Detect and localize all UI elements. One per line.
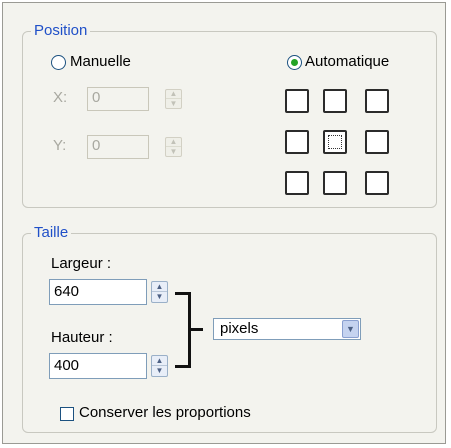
y-input[interactable]: 0	[87, 135, 149, 159]
width-input[interactable]: 640	[49, 279, 147, 305]
x-input[interactable]: 0	[87, 87, 149, 111]
position-legend: Position	[31, 21, 91, 41]
keep-ratio-label[interactable]: Conserver les proportions	[79, 404, 251, 422]
x-label: X:	[53, 89, 68, 106]
y-spinner[interactable]: ▲ ▼	[165, 137, 182, 157]
arrow-up-icon[interactable]: ▲	[152, 356, 167, 366]
chevron-down-icon[interactable]: ▼	[342, 320, 359, 338]
manual-radio[interactable]	[51, 55, 66, 70]
x-spinner[interactable]: ▲ ▼	[165, 89, 182, 109]
automatic-label[interactable]: Automatique	[305, 53, 389, 71]
link-bracket-stem	[189, 328, 203, 331]
anchor-middle-right[interactable]	[365, 130, 389, 154]
anchor-center[interactable]	[323, 130, 347, 154]
anchor-top-left[interactable]	[285, 89, 309, 113]
arrow-up-icon[interactable]: ▲	[166, 90, 181, 99]
arrow-down-icon[interactable]: ▼	[166, 99, 181, 108]
anchor-middle-left[interactable]	[285, 130, 309, 154]
anchor-bottom-center[interactable]	[323, 171, 347, 195]
arrow-up-icon[interactable]: ▲	[152, 282, 167, 292]
options-panel: Position Manuelle Automatique X: 0 ▲ ▼ Y…	[2, 2, 446, 444]
width-label: Largeur :	[51, 255, 112, 272]
arrow-up-icon[interactable]: ▲	[166, 138, 181, 147]
manual-label[interactable]: Manuelle	[70, 53, 131, 71]
automatic-radio[interactable]	[287, 55, 302, 70]
height-label: Hauteur :	[51, 329, 113, 346]
anchor-bottom-right[interactable]	[365, 171, 389, 195]
arrow-down-icon[interactable]: ▼	[152, 292, 167, 302]
unit-select-value: pixels	[220, 320, 259, 337]
anchor-bottom-left[interactable]	[285, 171, 309, 195]
width-spinner[interactable]: ▲ ▼	[151, 281, 168, 303]
height-input[interactable]: 400	[49, 353, 147, 379]
keep-ratio-checkbox[interactable]	[60, 407, 74, 421]
anchor-top-center[interactable]	[323, 89, 347, 113]
size-legend: Taille	[31, 223, 72, 243]
arrow-down-icon[interactable]: ▼	[166, 147, 181, 156]
unit-select[interactable]: pixels ▼	[213, 318, 361, 340]
anchor-top-right[interactable]	[365, 89, 389, 113]
height-spinner[interactable]: ▲ ▼	[151, 355, 168, 377]
y-label: Y:	[53, 137, 67, 154]
radio-selected-dot	[291, 59, 298, 66]
arrow-down-icon[interactable]: ▼	[152, 366, 167, 376]
